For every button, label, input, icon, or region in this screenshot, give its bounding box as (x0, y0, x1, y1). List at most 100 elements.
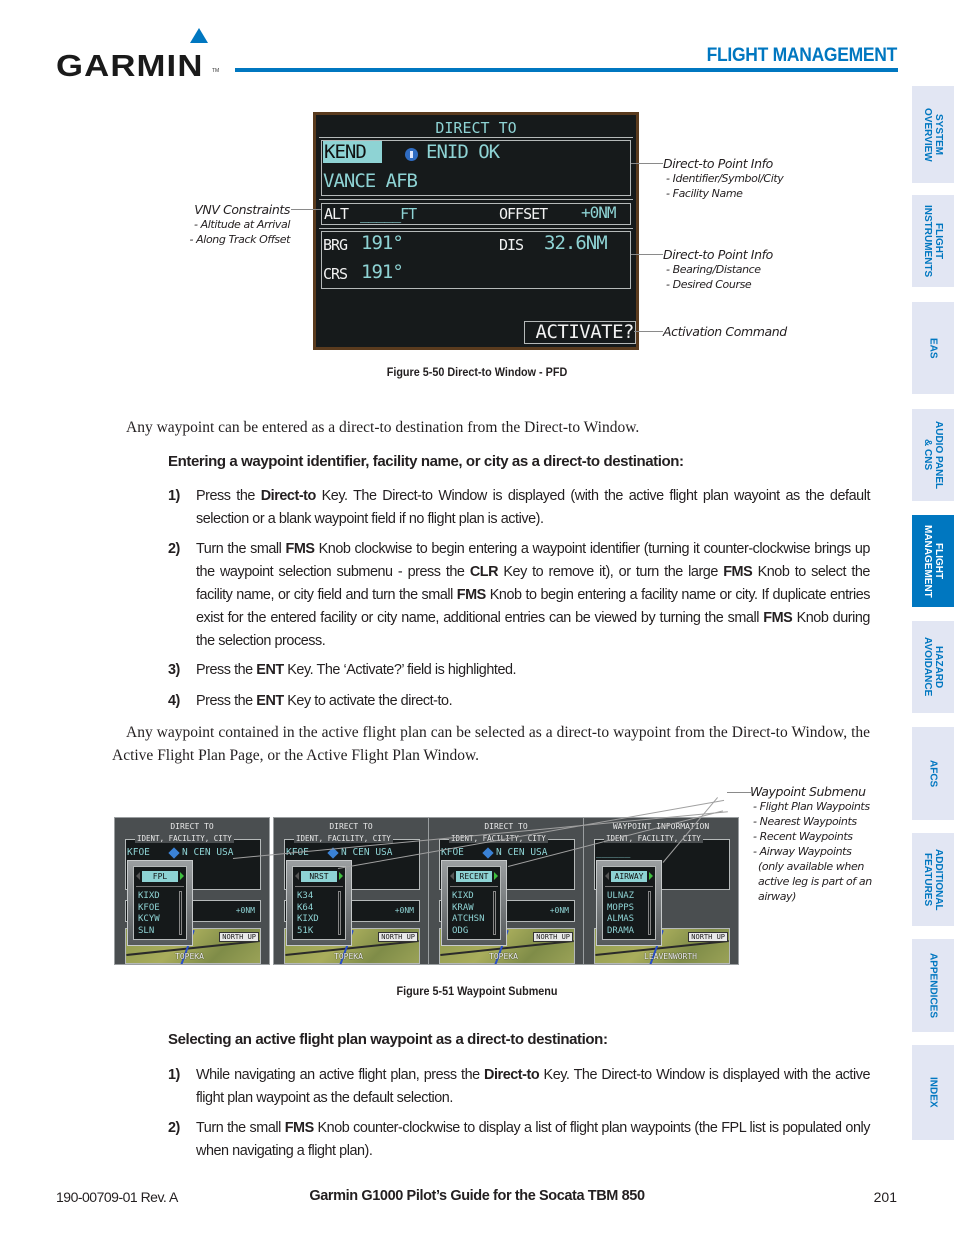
key-name: ENT (256, 662, 284, 678)
side-tab-label: AFCS (927, 759, 939, 788)
key-name: ENT (256, 693, 284, 709)
side-tab-system-overview[interactable]: SYSTEM OVERVIEW (912, 86, 954, 183)
key-name: FMS (456, 587, 486, 603)
submenu-category[interactable]: NRST (301, 871, 337, 882)
ident-field[interactable]: KFOE (127, 847, 150, 858)
submenu-item[interactable]: 51K (297, 926, 319, 938)
window-title: DIRECT TO (435, 119, 517, 137)
submenu-item[interactable]: KIXD (297, 914, 319, 926)
side-tab-additional-features[interactable]: ADDITIONAL FEATURES (912, 833, 954, 926)
ident-field[interactable]: KEND (323, 141, 382, 163)
offset-field[interactable]: +0NM (395, 906, 414, 915)
alt-field[interactable]: _____FT (360, 205, 417, 223)
divider (605, 886, 653, 887)
arrow-right-icon[interactable] (494, 872, 498, 880)
scrollbar[interactable] (179, 891, 182, 935)
step-1: 1) Press the Direct-to Key. The Direct-to… (168, 485, 870, 531)
header-rule (235, 68, 898, 72)
submenu-list: KIXD KFOE KCYW SLN (138, 891, 160, 937)
submenu-item[interactable]: MOPPS (607, 903, 634, 915)
side-tab-flight-management[interactable]: FLIGHT MANAGEMENT (912, 515, 954, 607)
submenu-item[interactable]: ATCHSN (452, 914, 485, 926)
map-town-label: TOPEKA (175, 952, 204, 961)
divider (319, 228, 633, 229)
side-tab-afcs[interactable]: AFCS (912, 727, 954, 820)
submenu-category[interactable]: RECENT (456, 871, 492, 882)
city-field[interactable]: N CEN USA (341, 847, 392, 858)
ident-field[interactable]: ______ (596, 847, 630, 858)
step-text: Press the ENT Key. The ‘Activate?’ field… (196, 662, 517, 678)
submenu-item[interactable]: SLN (138, 926, 160, 938)
side-tab-label: ADDITIONAL FEATURES (922, 848, 944, 911)
step-4: 4) Press the ENT Key to activate the dire… (168, 690, 870, 713)
submenu-item[interactable]: KIXD (452, 891, 485, 903)
key-name: FMS (723, 564, 753, 580)
offset-field[interactable]: +0NM (236, 906, 255, 915)
map-orientation-label: NORTH UP (219, 932, 259, 942)
city-field[interactable]: N CEN USA (496, 847, 547, 858)
arrow-right-icon[interactable] (339, 872, 343, 880)
step-text: Turn the small FMS Knob counter-clockwis… (196, 1120, 871, 1159)
submenu-list: KIXD KRAW ATCHSN ODG (452, 891, 485, 937)
map-town-label: TOPEKA (489, 952, 518, 961)
figure-caption-5-51: Figure 5-51 Waypoint Submenu (396, 984, 558, 998)
side-tab-label: EAS (927, 337, 939, 359)
brg-value: 191° (361, 232, 404, 254)
submenu-category[interactable]: AIRWAY (611, 871, 647, 882)
submenu-item[interactable]: ALMAS (607, 914, 634, 926)
arrow-left-icon[interactable] (295, 872, 299, 880)
key-name: FMS (285, 541, 315, 557)
scrollbar[interactable] (493, 891, 496, 935)
field-label: IDENT, FACILITY, CITY (604, 834, 703, 843)
step-2: 2) Turn the small FMS Knob clockwise to b… (168, 538, 870, 653)
side-tab-label: FLIGHT INSTRUMENTS (922, 204, 944, 278)
section-heading-entering: Entering a waypoint identifier, facility… (168, 453, 684, 470)
arrow-right-icon[interactable] (649, 872, 653, 880)
key-name: FMS (763, 610, 793, 626)
side-tab-flight-instruments[interactable]: FLIGHT INSTRUMENTS (912, 195, 954, 287)
callout-leader (727, 792, 751, 793)
activate-button[interactable]: ACTIVATE? (524, 321, 636, 344)
submenu-item[interactable]: KCYW (138, 914, 160, 926)
scrollbar[interactable] (648, 891, 651, 935)
offset-field[interactable]: +0NM (550, 906, 569, 915)
submenu-item[interactable]: ODG (452, 926, 485, 938)
offset-label: OFFSET (499, 205, 548, 223)
submenu-item[interactable]: DRAMA (607, 926, 634, 938)
submenu-item[interactable]: K64 (297, 903, 319, 915)
side-tab-appendices[interactable]: APPENDICES (912, 939, 954, 1032)
figure-caption-5-50: Figure 5-50 Direct-to Window - PFD (386, 365, 568, 379)
submenu-category[interactable]: FPL (142, 871, 178, 882)
garmin-logo: GARMIN TM (56, 28, 221, 83)
side-tab-audio-panel-cns[interactable]: AUDIO PANEL & CNS (912, 409, 954, 501)
offset-field[interactable]: +0NM (581, 203, 617, 222)
step-text: Turn the small FMS Knob clockwise to beg… (196, 541, 871, 649)
map-town-label: TOPEKA (334, 952, 363, 961)
side-tab-label: APPENDICES (927, 952, 939, 1018)
submenu-item[interactable]: KRAW (452, 903, 485, 915)
submenu-item[interactable]: ULNAZ (607, 891, 634, 903)
submenu-item[interactable]: K34 (297, 891, 319, 903)
side-tab-eas[interactable]: EAS (912, 302, 954, 394)
submenu-item[interactable]: KIXD (138, 891, 160, 903)
city-field[interactable]: N CEN USA (182, 847, 233, 858)
submenu-item[interactable]: KFOE (138, 903, 160, 915)
arrow-right-icon[interactable] (180, 872, 184, 880)
arrow-left-icon[interactable] (136, 872, 140, 880)
arrow-left-icon[interactable] (605, 872, 609, 880)
step-1: 1) While navigating an active flight plan… (168, 1064, 870, 1110)
dis-label: DIS (499, 236, 524, 254)
side-tab-label: SYSTEM OVERVIEW (922, 107, 944, 162)
mfd-screen: WAYPOINT INFORMATIONIDENT, FACILITY, CIT… (583, 817, 739, 965)
city-field[interactable]: ENID OK (426, 141, 500, 163)
arrow-left-icon[interactable] (450, 872, 454, 880)
waypoint-submenu-popup: FPL KIXD KFOE KCYW SLN (127, 860, 193, 946)
mfd-screen: DIRECT TO IDENT, FACILITY, CITY KFOE N CEN … (114, 817, 270, 965)
crs-value: 191° (361, 261, 404, 283)
facility-field[interactable]: VANCE AFB (323, 170, 418, 192)
side-tab-hazard-avoidance[interactable]: HAZARD AVOIDANCE (912, 621, 954, 713)
side-tab-index[interactable]: INDEX (912, 1045, 954, 1140)
scrollbar[interactable] (338, 891, 341, 935)
side-tab-label: INDEX (927, 1077, 939, 1108)
waypoint-submenu-popup: NRST K34 K64 KIXD 51K (286, 860, 352, 946)
